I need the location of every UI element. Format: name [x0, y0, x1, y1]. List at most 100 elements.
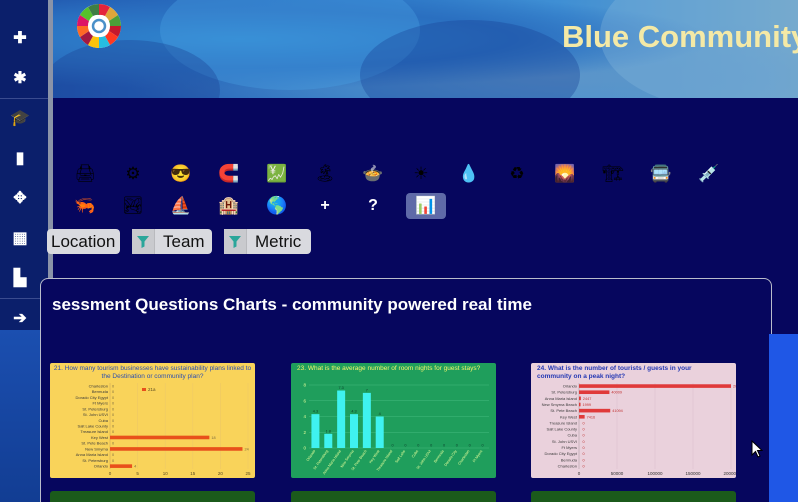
printer-icon[interactable]: 🖨: [70, 161, 100, 187]
chart-category-label: Anna Maria Island: [76, 452, 108, 457]
chart-tick-label: 50000: [611, 471, 624, 476]
chart-bar: [324, 433, 333, 448]
chart-data-label: 0: [583, 434, 585, 438]
chart-bar: [350, 414, 358, 448]
chart-category-label: Ft Myers: [92, 401, 108, 406]
sailboat-icon[interactable]: ⛵: [166, 193, 196, 219]
chart-bar: [579, 396, 581, 401]
chart-data-label: 2447: [583, 397, 591, 401]
syringe-icon[interactable]: 💉: [694, 161, 724, 187]
chart-category-label: New Smyrna Beach: [542, 402, 577, 407]
chart-bar: [579, 408, 611, 413]
chart-data-label: 0: [112, 413, 114, 417]
chart-24-svg: 0 50000 100000 150000 200000 Orlando 209478 St.…: [542, 383, 736, 476]
chart-21-svg: 0 5 10 15 20 2521aCharleston 0Bermuda 0Dorado C…: [76, 383, 251, 476]
chart-data-label: 40009: [611, 391, 622, 395]
chart-category-label: Dorado City Egypt: [545, 451, 578, 456]
chart-category-label: Cuba: [98, 418, 108, 423]
food-bowl-icon[interactable]: 🍲: [358, 161, 388, 187]
chart-23-svg: 024684.3Orlando1.8St. Petersburg7.3Anna …: [303, 383, 489, 475]
chart-thumbnail-23[interactable]: 23. What is the average number of room n…: [291, 363, 496, 478]
chart-data-label: 0: [112, 425, 114, 429]
chart-tick-label: 0: [578, 471, 581, 476]
chart-tick-label: 0: [109, 471, 112, 476]
chart-thumbnail-24[interactable]: 24. What is the number of tourists / gue…: [531, 363, 736, 478]
sunset-icon[interactable]: 🌄: [550, 161, 580, 187]
chart-up-icon[interactable]: 💹: [262, 161, 292, 187]
chart-data-label: 24: [244, 447, 248, 451]
category-icon-row-2: 🦐 🏞 ⛵ 🏨 🌎 +? 📊: [70, 193, 464, 219]
chart-category-label: St. John USVI: [552, 439, 577, 444]
chart-bar: [362, 392, 371, 448]
sidebar-stacked-bars-icon[interactable]: ▙: [8, 266, 32, 290]
chart-tick-label: 5: [136, 471, 139, 476]
recycle-icon[interactable]: ♻: [502, 161, 532, 187]
chart-data-label: 0: [583, 440, 585, 444]
chart-data-label: 18: [211, 436, 215, 440]
chart-data-label: 0: [112, 430, 114, 434]
chart-data-label: 0: [112, 453, 114, 457]
bus-icon[interactable]: 🚍: [646, 161, 676, 187]
filter-icon: [132, 229, 155, 254]
chart-category-label: Orlando: [94, 464, 109, 469]
filter-team[interactable]: Team: [132, 229, 212, 254]
chart-category-label: Key West: [560, 414, 578, 419]
plus-icon[interactable]: +: [310, 193, 340, 219]
chart-bar: [110, 447, 243, 451]
question-icon[interactable]: ?: [358, 193, 388, 219]
chart-tick-label: 10: [163, 471, 169, 476]
gear-icon[interactable]: ⚙: [118, 161, 148, 187]
sidebar-asterisk-icon[interactable]: ✱: [8, 66, 32, 90]
right-edge-panel: [769, 334, 798, 502]
chart-data-label: 0: [430, 444, 432, 448]
bar-chart-selected-icon[interactable]: 📊: [406, 193, 446, 219]
chart-thumbnail-next-1[interactable]: [50, 491, 255, 502]
chart-thumbnail-next-3[interactable]: [531, 491, 736, 502]
chart-category-label: Charleston: [89, 383, 108, 388]
chart-data-label: 0: [417, 444, 419, 448]
chart-thumbnail-21[interactable]: 21. How many tourism businesses have sus…: [50, 363, 255, 478]
droplet-icon[interactable]: 💧: [454, 161, 484, 187]
beach-icon[interactable]: 🏝: [310, 161, 340, 187]
chart-data-label: 0: [583, 446, 585, 450]
chart-data-label: 7: [366, 388, 368, 392]
chart-bar: [110, 435, 210, 440]
sidebar-bar-chart-icon[interactable]: ▮: [8, 146, 32, 170]
chart-data-label: 1.8: [326, 429, 331, 433]
chart-category-label: Dorado City Egypt: [76, 395, 109, 400]
page-title: Blue Community: [562, 19, 798, 54]
category-icon-row-1: 🖨 ⚙ 😎 🧲 💹 🏝 🍲 ☀ 💧 ♻ 🌄 🏗 🚍 💉: [70, 161, 742, 187]
chart-category-label: St. Petersburg: [82, 458, 108, 463]
chart-data-label: 41094: [612, 409, 623, 413]
sidebar-divider: [0, 98, 48, 99]
sidebar-graduation-cap-icon[interactable]: 🎓: [8, 106, 32, 130]
chart-category-label: Bermuda: [561, 457, 578, 462]
sunglasses-icon[interactable]: 😎: [166, 161, 196, 187]
crane-icon[interactable]: 🏗: [598, 161, 628, 187]
chart-bar: [579, 402, 581, 407]
sidebar-move-icon[interactable]: ✥: [8, 186, 32, 210]
filter-location[interactable]: Location: [47, 229, 120, 254]
hotel-icon[interactable]: 🏨: [214, 193, 244, 219]
chart-data-label: 0: [112, 396, 114, 400]
chart-data-label: 0: [404, 444, 406, 448]
chart-category-label: New Smyrna: [85, 446, 109, 451]
sidebar-arrow-circle-icon[interactable]: ➔: [8, 306, 32, 330]
chart-data-label: 1999: [583, 403, 591, 407]
globe-icon[interactable]: 🌎: [262, 193, 292, 219]
chart-bar: [311, 414, 320, 448]
chart-category-label: Ft Myers: [561, 445, 577, 450]
chart-data-label: 4.3: [351, 410, 356, 414]
chart-category-label: St. Petersburg: [82, 406, 108, 411]
filter-metric[interactable]: Metric: [224, 229, 311, 254]
chart-thumbnail-next-2[interactable]: [291, 491, 496, 502]
sidebar-grid-icon[interactable]: ▦: [8, 226, 32, 250]
chart-tick-label: 4: [303, 414, 306, 419]
chart-data-label: 0: [456, 444, 458, 448]
shrimp-icon[interactable]: 🦐: [70, 193, 100, 219]
sun-icon[interactable]: ☀: [406, 161, 436, 187]
magnet-icon[interactable]: 🧲: [214, 161, 244, 187]
sidebar-plus-icon[interactable]: ✚: [8, 26, 32, 50]
landscape-icon[interactable]: 🏞: [118, 193, 148, 219]
chart-data-label: 4: [134, 465, 136, 469]
